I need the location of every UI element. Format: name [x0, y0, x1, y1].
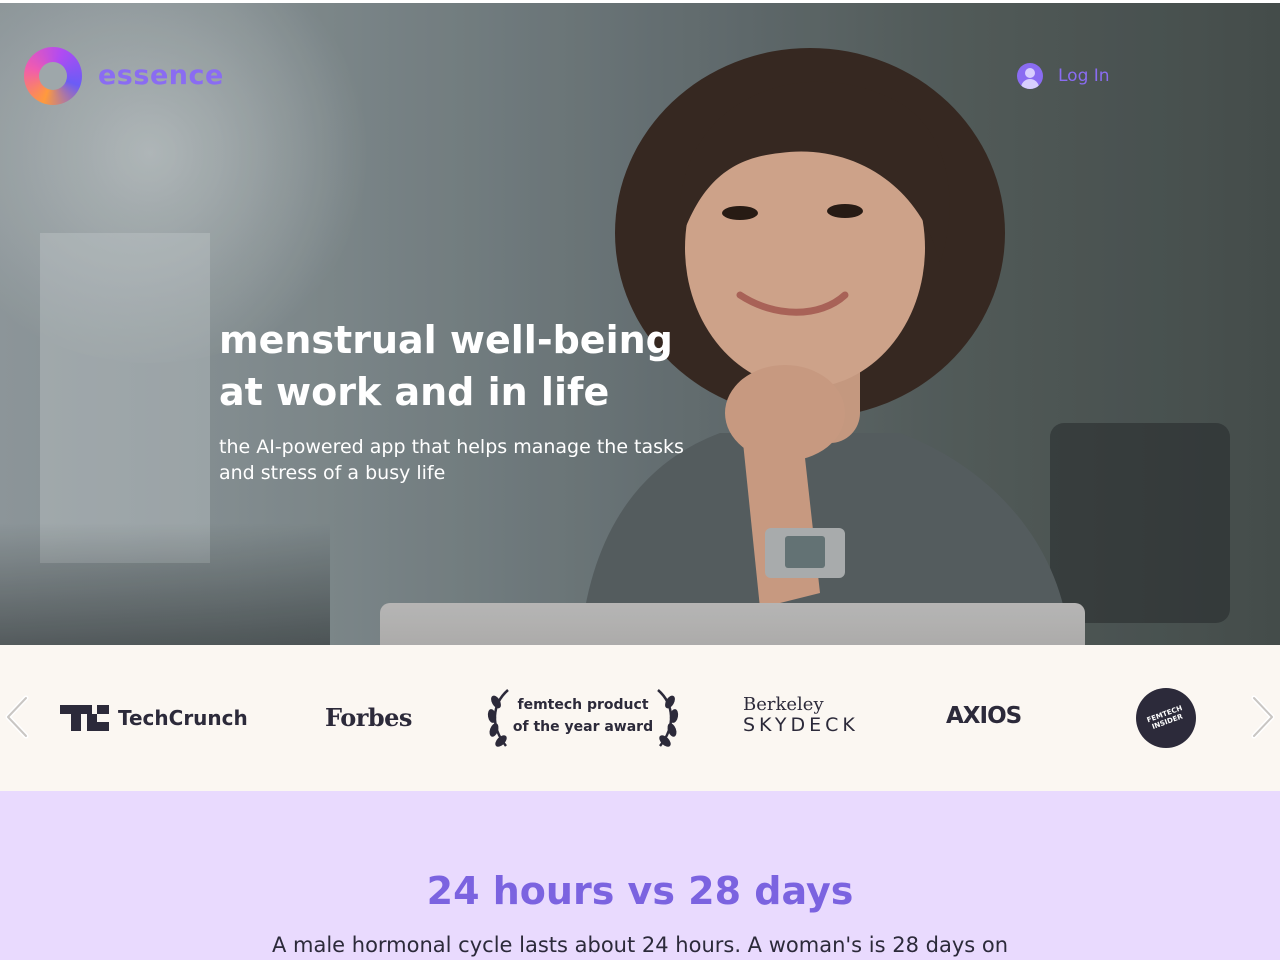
hero-subtitle-line-1: the AI-powered app that helps manage the…	[219, 436, 684, 458]
carousel-next-button[interactable]	[1246, 694, 1278, 740]
logo-text[interactable]: essence	[98, 60, 224, 91]
section-title: 24 hours vs 28 days	[426, 869, 854, 913]
laurel-right-icon	[657, 689, 679, 747]
user-icon	[1017, 63, 1043, 89]
hero-subtitle-line-2: and stress of a busy life	[219, 462, 446, 484]
logo-icon[interactable]	[24, 47, 82, 105]
techcrunch-mark-icon	[60, 705, 110, 731]
chevron-right-icon	[1251, 695, 1275, 739]
axios-logo[interactable]: AXIOS	[946, 703, 1022, 729]
carousel-prev-button[interactable]	[2, 694, 34, 740]
chevron-left-icon	[5, 695, 29, 739]
berkeley-text: Berkeley	[743, 694, 824, 715]
femtech-insider-text: FEMTECH INSIDER	[1145, 704, 1184, 732]
hero-headline: menstrual well-being at work and in life	[219, 314, 739, 418]
section-text: A male hormonal cycle lasts about 24 hou…	[271, 933, 1009, 957]
comparison-section: 24 hours vs 28 days A male hormonal cycl…	[0, 791, 1280, 960]
techcrunch-text: TechCrunch	[118, 706, 248, 730]
berkeley-skydeck-logo[interactable]: Berkeley SKYDECK	[743, 694, 859, 736]
login-button[interactable]: Log In	[1017, 63, 1110, 89]
femtech-insider-logo[interactable]: FEMTECH INSIDER	[1136, 688, 1196, 748]
login-label: Log In	[1058, 66, 1110, 86]
forbes-logo[interactable]: Forbes	[325, 703, 412, 732]
skydeck-text: SKYDECK	[743, 714, 859, 736]
hero-headline-line-2: at work and in life	[219, 370, 610, 414]
techcrunch-logo[interactable]: TechCrunch	[60, 704, 248, 732]
hero-subtitle: the AI-powered app that helps manage the…	[219, 434, 739, 486]
femtech-award-logo[interactable]: femtech product of the year award	[484, 686, 682, 750]
laurel-left-icon	[487, 689, 509, 747]
hero-headline-line-1: menstrual well-being	[219, 318, 673, 362]
